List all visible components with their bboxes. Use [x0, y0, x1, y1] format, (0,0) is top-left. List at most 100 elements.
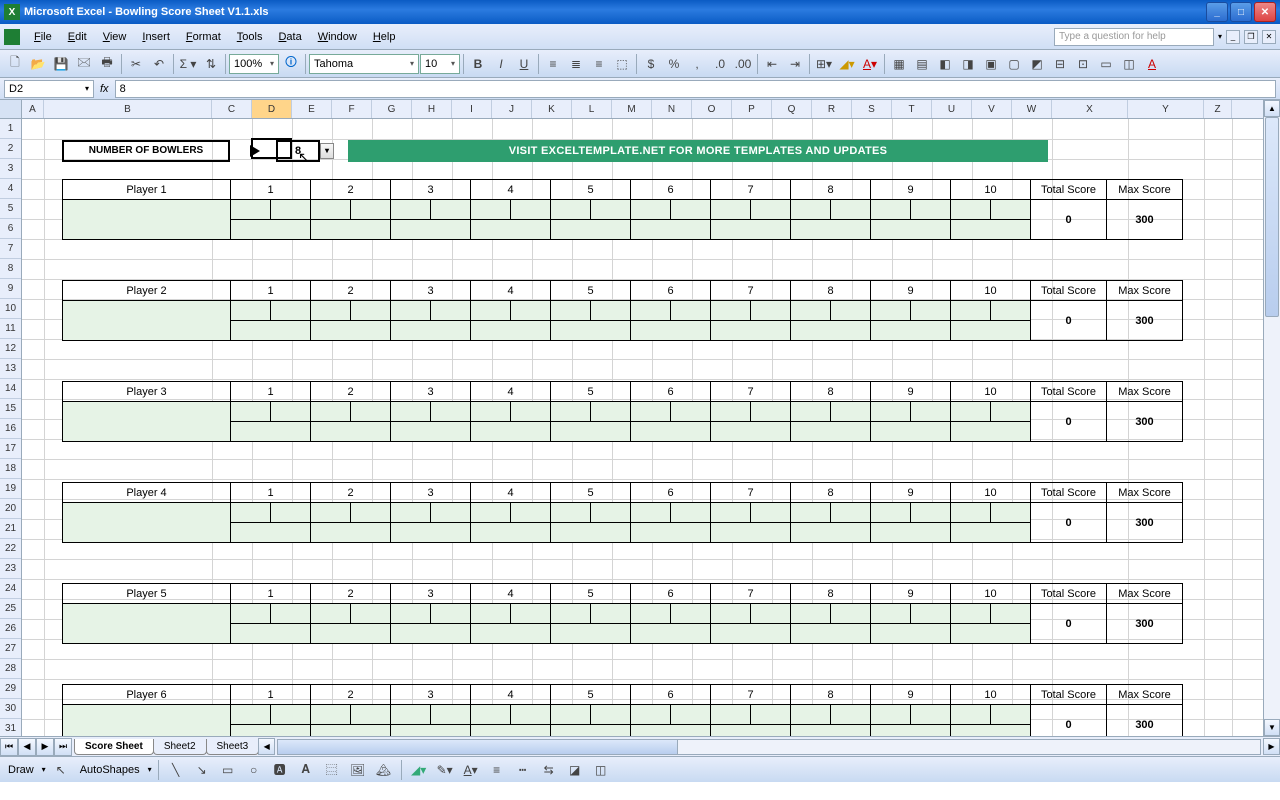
ball1-cell[interactable] — [551, 503, 591, 523]
wordart-icon[interactable]: 𝐀 — [295, 759, 317, 781]
tb-extra-7[interactable]: ◩ — [1026, 53, 1048, 75]
frame-score-cell[interactable] — [711, 220, 791, 240]
ball2-cell[interactable] — [591, 301, 631, 321]
ball2-cell[interactable] — [351, 301, 391, 321]
ball2-cell[interactable] — [431, 705, 471, 725]
cells-area[interactable]: NUMBER OF BOWLERS8▾VISIT EXCELTEMPLATE.N… — [22, 119, 1263, 736]
col-header-R[interactable]: R — [812, 100, 852, 118]
col-header-P[interactable]: P — [732, 100, 772, 118]
arrow-icon[interactable]: ↘ — [191, 759, 213, 781]
underline-button[interactable]: U — [513, 53, 535, 75]
frame-score-cell[interactable] — [791, 220, 871, 240]
frame-score-cell[interactable] — [391, 422, 471, 442]
frame-score-cell[interactable] — [631, 422, 711, 442]
ball1-cell[interactable] — [311, 301, 351, 321]
ball2-cell[interactable] — [911, 604, 951, 624]
print-icon[interactable]: 🖶 — [96, 53, 118, 75]
ball2-cell[interactable] — [271, 604, 311, 624]
frame-score-cell[interactable] — [551, 624, 631, 644]
italic-button[interactable]: I — [490, 53, 512, 75]
tab-last-button[interactable]: ⏭ — [54, 738, 72, 756]
merge-icon[interactable]: ⬚ — [611, 53, 633, 75]
ball1-cell[interactable] — [391, 503, 431, 523]
frame-score-cell[interactable] — [551, 321, 631, 341]
ball1-cell[interactable] — [871, 200, 911, 220]
frame-score-cell[interactable] — [551, 220, 631, 240]
frame-score-cell[interactable] — [871, 220, 951, 240]
menu-edit[interactable]: Edit — [60, 27, 95, 47]
ball1-cell[interactable] — [391, 705, 431, 725]
frame-score-cell[interactable] — [631, 523, 711, 543]
ball1-cell[interactable] — [551, 705, 591, 725]
row-header-22[interactable]: 22 — [0, 539, 21, 559]
frame-score-cell[interactable] — [231, 220, 311, 240]
hscroll-right-button[interactable]: ▶ — [1263, 738, 1280, 755]
ball2-cell[interactable] — [351, 705, 391, 725]
row-header-25[interactable]: 25 — [0, 599, 21, 619]
align-left-icon[interactable]: ≡ — [542, 53, 564, 75]
percent-icon[interactable]: % — [663, 53, 685, 75]
ball1-cell[interactable] — [631, 301, 671, 321]
tb-extra-11[interactable]: ◫ — [1118, 53, 1140, 75]
ball1-cell[interactable] — [951, 705, 991, 725]
ball1-cell[interactable] — [231, 402, 271, 422]
ball1-cell[interactable] — [231, 705, 271, 725]
col-header-A[interactable]: A — [22, 100, 44, 118]
menu-format[interactable]: Format — [178, 27, 229, 47]
row-header-24[interactable]: 24 — [0, 579, 21, 599]
ball1-cell[interactable] — [551, 301, 591, 321]
scroll-down-button[interactable]: ▼ — [1264, 719, 1280, 736]
row-header-3[interactable]: 3 — [0, 159, 21, 179]
col-header-F[interactable]: F — [332, 100, 372, 118]
ball1-cell[interactable] — [231, 503, 271, 523]
ball2-cell[interactable] — [911, 301, 951, 321]
ball1-cell[interactable] — [871, 705, 911, 725]
ball2-cell[interactable] — [271, 200, 311, 220]
ball2-cell[interactable] — [591, 503, 631, 523]
ball1-cell[interactable] — [471, 200, 511, 220]
ball2-cell[interactable] — [991, 200, 1031, 220]
frame-score-cell[interactable] — [711, 321, 791, 341]
ball2-cell[interactable] — [991, 402, 1031, 422]
ball1-cell[interactable] — [391, 301, 431, 321]
frame-score-cell[interactable] — [871, 523, 951, 543]
font-color-icon[interactable]: A▾ — [859, 53, 881, 75]
ball2-cell[interactable] — [751, 503, 791, 523]
fill-color-draw-icon[interactable]: ◢▾ — [408, 759, 430, 781]
ball1-cell[interactable] — [231, 604, 271, 624]
frame-score-cell[interactable] — [951, 725, 1031, 737]
col-header-E[interactable]: E — [292, 100, 332, 118]
ball1-cell[interactable] — [871, 301, 911, 321]
ball2-cell[interactable] — [831, 604, 871, 624]
ball2-cell[interactable] — [911, 200, 951, 220]
ball2-cell[interactable] — [751, 604, 791, 624]
tab-first-button[interactable]: ⏮ — [0, 738, 18, 756]
ball2-cell[interactable] — [991, 301, 1031, 321]
ball1-cell[interactable] — [871, 402, 911, 422]
undo-icon[interactable]: ↶ — [148, 53, 170, 75]
frame-score-cell[interactable] — [231, 624, 311, 644]
ball2-cell[interactable] — [671, 705, 711, 725]
dropdown-arrow-icon[interactable]: ▾ — [320, 143, 334, 159]
menu-data[interactable]: Data — [270, 27, 309, 47]
col-header-H[interactable]: H — [412, 100, 452, 118]
ball1-cell[interactable] — [791, 604, 831, 624]
frame-score-cell[interactable] — [231, 321, 311, 341]
frame-score-cell[interactable] — [871, 725, 951, 737]
ball2-cell[interactable] — [831, 705, 871, 725]
menu-window[interactable]: Window — [310, 27, 365, 47]
close-button[interactable]: ✕ — [1254, 2, 1276, 22]
ball1-cell[interactable] — [471, 604, 511, 624]
row-header-20[interactable]: 20 — [0, 499, 21, 519]
col-header-S[interactable]: S — [852, 100, 892, 118]
comma-icon[interactable]: , — [686, 53, 708, 75]
sheet-tab-sheet2[interactable]: Sheet2 — [153, 739, 207, 755]
row-header-12[interactable]: 12 — [0, 339, 21, 359]
menu-tools[interactable]: Tools — [229, 27, 271, 47]
col-header-Y[interactable]: Y — [1128, 100, 1204, 118]
player-name-input[interactable] — [63, 301, 231, 341]
row-headers[interactable]: 1234567891011121314151617181920212223242… — [0, 100, 22, 736]
ball2-cell[interactable] — [271, 503, 311, 523]
frame-score-cell[interactable] — [951, 220, 1031, 240]
frame-score-cell[interactable] — [311, 725, 391, 737]
